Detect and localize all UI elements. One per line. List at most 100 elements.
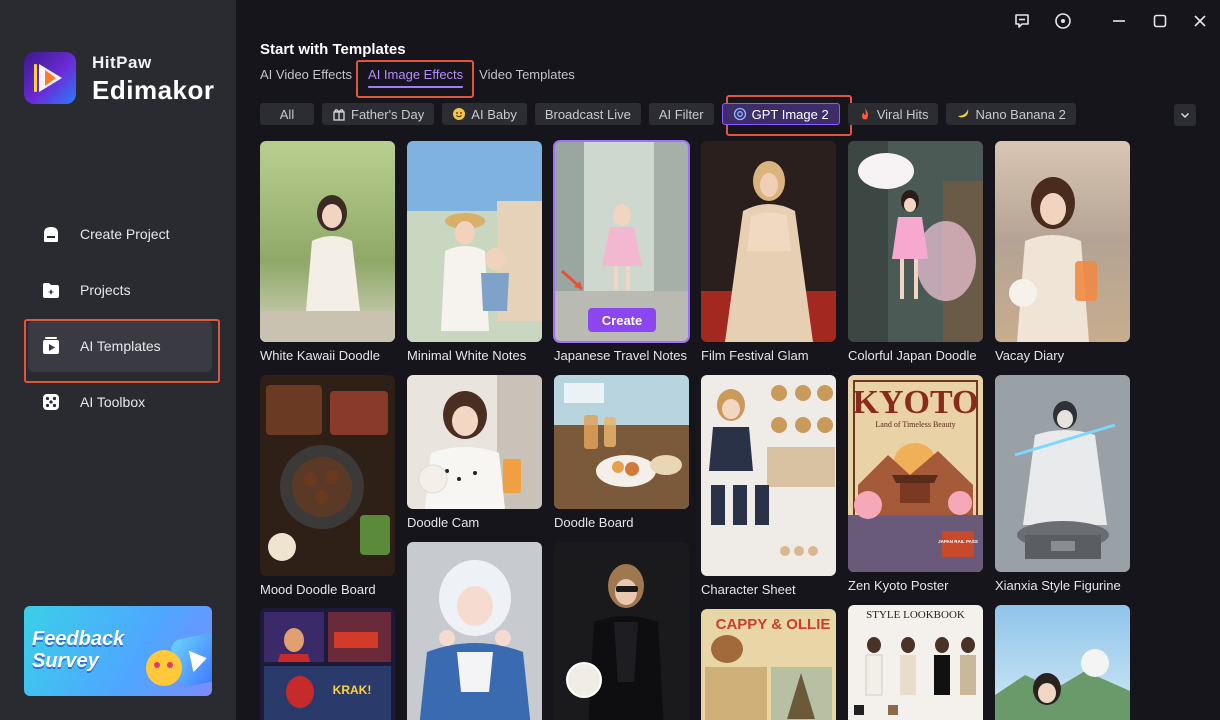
template-thumbnail: STYLE LOOKBOOK — [848, 605, 983, 720]
template-card-character-sheet[interactable]: Character Sheet — [701, 375, 836, 600]
template-label: Japanese Travel Notes — [554, 348, 687, 363]
template-label: White Kawaii Doodle — [260, 348, 380, 363]
openai-icon — [733, 107, 747, 121]
edimakor-logo-icon — [24, 52, 76, 104]
smile-icon — [452, 107, 466, 121]
template-thumbnail — [701, 141, 836, 342]
chip-viral-hits[interactable]: Viral Hits — [847, 103, 939, 125]
feedback-line2: Survey — [32, 650, 99, 672]
chip-label: Viral Hits — [876, 106, 929, 122]
template-card-style-lookbook[interactable]: STYLE LOOKBOOK — [848, 605, 983, 720]
chip-label: Father's Day — [351, 106, 425, 122]
menu-icon[interactable] — [1052, 10, 1074, 32]
sidebar-item-label: Projects — [80, 282, 131, 298]
chip-nano-banana-2[interactable]: Nano Banana 2 — [946, 103, 1076, 125]
template-label: Vacay Diary — [995, 348, 1065, 363]
create-button[interactable]: Create — [588, 308, 656, 332]
template-card-comic-heroes[interactable]: KRAK! — [260, 608, 395, 720]
template-card-japanese-travel-notes[interactable]: Create Japanese Travel Notes — [553, 140, 690, 366]
template-tabs: AI Video Effects AI Image Effects Video … — [260, 67, 591, 88]
template-card-comic-adventure[interactable]: CAPPY & OLLIE — [701, 609, 836, 720]
chip-gpt-image-2[interactable]: GPT Image 2 — [721, 103, 840, 125]
chip-label: AI Filter — [658, 106, 704, 122]
sidebar-item-projects[interactable]: Projects — [28, 264, 212, 316]
template-thumbnail — [260, 141, 395, 342]
comic-krak-text: KRAK! — [333, 683, 372, 697]
dice-toolbox-icon — [40, 391, 62, 413]
template-card-anime-cosplay[interactable] — [407, 542, 542, 720]
gift-icon — [332, 107, 346, 121]
chip-label: GPT Image 2 — [751, 106, 829, 122]
sidebar: HitPaw Edimakor Create Project Projects … — [0, 0, 236, 720]
tab-ai-image-effects[interactable]: AI Image Effects — [368, 67, 464, 88]
template-label: Colorful Japan Doodle — [848, 348, 977, 363]
template-card-colorful-japan-doodle[interactable]: Colorful Japan Doodle — [848, 141, 983, 366]
kyoto-poster-subtitle: Land of Timeless Beauty — [875, 420, 955, 429]
minimize-icon[interactable] — [1108, 10, 1130, 32]
template-thumbnail — [407, 141, 542, 342]
template-card-doodle-cam[interactable]: Doodle Cam — [407, 375, 542, 533]
chip-label: Broadcast Live — [544, 106, 631, 122]
close-icon[interactable] — [1189, 10, 1211, 32]
template-thumbnail — [260, 375, 395, 576]
template-thumbnail — [995, 375, 1130, 572]
fire-icon — [858, 107, 872, 121]
template-play-icon — [40, 335, 62, 357]
banana-icon — [956, 107, 970, 121]
template-label: Doodle Board — [554, 515, 634, 530]
template-thumbnail — [701, 375, 836, 576]
template-label: Film Festival Glam — [701, 348, 809, 363]
chips-expand-chevron-down-icon[interactable] — [1174, 104, 1196, 126]
brand-name-small: HitPaw — [92, 52, 152, 72]
template-thumbnail — [407, 542, 542, 720]
template-card-doodle-board[interactable]: Doodle Board — [554, 375, 689, 533]
template-label: Xianxia Style Figurine — [995, 578, 1121, 593]
comic-title-text: CAPPY & OLLIE — [716, 616, 831, 633]
folder-icon — [40, 279, 62, 301]
feedback-line1: Feedback — [32, 628, 125, 650]
sidebar-item-label: AI Templates — [80, 338, 161, 354]
chip-ai-filter[interactable]: AI Filter — [648, 103, 714, 125]
template-thumbnail: CAPPY & OLLIE — [701, 609, 836, 720]
chip-all[interactable]: All — [260, 103, 314, 125]
template-thumbnail — [995, 605, 1130, 720]
tab-ai-video-effects[interactable]: AI Video Effects — [260, 67, 352, 88]
template-thumbnail: KRAK! — [260, 608, 395, 720]
template-label: Doodle Cam — [407, 515, 480, 530]
chip-label: AI Baby — [471, 106, 517, 122]
template-thumbnail: KYOTO Land of Timeless Beauty JAPAN RAIL P… — [848, 375, 983, 572]
template-label: Minimal White Notes — [407, 348, 527, 363]
maximize-icon[interactable] — [1149, 10, 1171, 32]
template-card-xianxia-style-figurine[interactable]: Xianxia Style Figurine — [995, 375, 1130, 595]
sidebar-item-create-project[interactable]: Create Project — [28, 208, 212, 260]
template-label: Character Sheet — [701, 582, 796, 597]
kyoto-poster-title: KYOTO — [853, 384, 979, 421]
category-chips: All Father's Day AI Baby Broadcast Live … — [260, 103, 1084, 125]
template-thumbnail — [407, 375, 542, 509]
feedback-survey-banner[interactable]: Feedback Survey — [24, 606, 212, 696]
template-card-anime-landscape[interactable] — [995, 605, 1130, 720]
template-card-zen-kyoto-poster[interactable]: KYOTO Land of Timeless Beauty JAPAN RAIL P… — [848, 375, 983, 595]
sidebar-item-label: AI Toolbox — [80, 394, 146, 410]
chip-ai-baby[interactable]: AI Baby — [442, 103, 527, 125]
sidebar-item-ai-templates[interactable]: AI Templates — [28, 320, 212, 372]
tab-video-templates[interactable]: Video Templates — [479, 67, 575, 88]
brand: HitPaw Edimakor — [24, 52, 215, 104]
chip-fathers-day[interactable]: Father's Day — [322, 103, 435, 125]
template-card-vacay-diary[interactable]: Vacay Diary — [995, 141, 1130, 366]
template-card-mood-doodle-board[interactable]: Mood Doodle Board — [260, 375, 395, 599]
template-card-noir-portrait[interactable] — [554, 542, 689, 720]
template-thumbnail — [848, 141, 983, 342]
template-label: Mood Doodle Board — [260, 582, 376, 597]
chip-label: All — [279, 106, 295, 122]
brand-name-large: Edimakor — [92, 74, 215, 105]
chat-icon[interactable] — [1011, 10, 1033, 32]
template-card-minimal-white-notes[interactable]: Minimal White Notes — [407, 141, 542, 366]
sidebar-item-label: Create Project — [80, 226, 170, 242]
cloud-upload-icon — [40, 223, 62, 245]
sidebar-item-ai-toolbox[interactable]: AI Toolbox — [28, 376, 212, 428]
chip-broadcast-live[interactable]: Broadcast Live — [534, 103, 641, 125]
template-card-white-kawaii-doodle[interactable]: White Kawaii Doodle — [260, 141, 395, 366]
sidebar-nav: Create Project Projects AI Templates AI … — [28, 208, 212, 432]
template-card-film-festival-glam[interactable]: Film Festival Glam — [701, 141, 836, 366]
